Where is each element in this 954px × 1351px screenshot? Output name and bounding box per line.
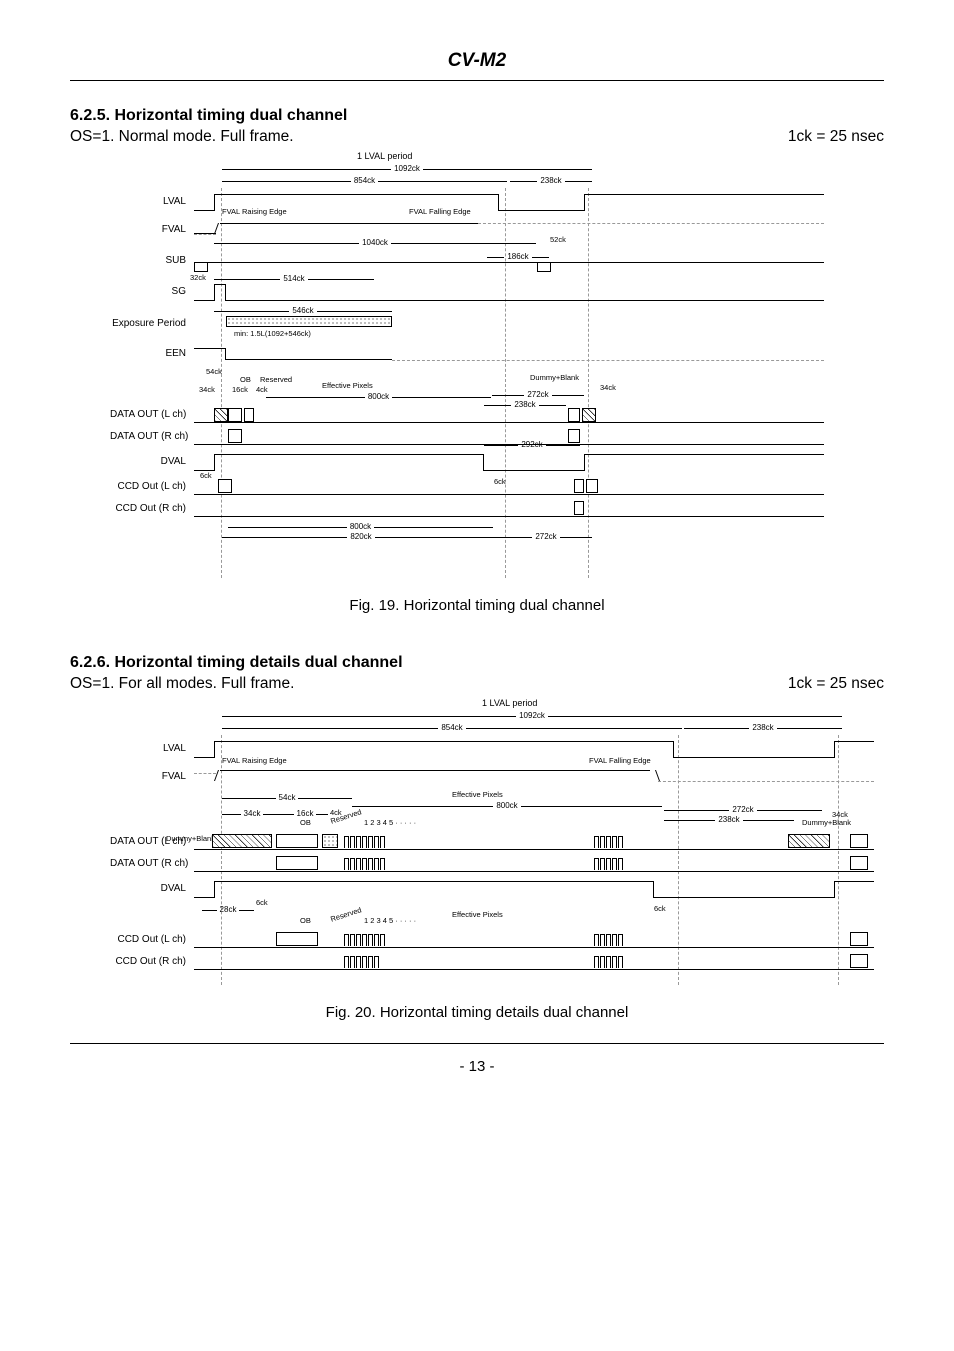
- dim-1092: 1092ck: [222, 164, 592, 174]
- row2-fval: FVAL FVAL Raising Edge FVAL Falling Edge: [110, 763, 864, 791]
- clock-text-1: 1ck = 25 nsec: [788, 128, 884, 146]
- row-dataout-l: DATA OUT (L ch) 238ck: [110, 404, 864, 426]
- bottom-dims-1: 800ck 820ck 272ck: [202, 520, 864, 544]
- row2-dval: DVAL: [110, 875, 864, 903]
- dim-186: 186ck: [487, 252, 549, 262]
- section-626: 6.2.6. Horizontal timing details dual ch…: [70, 654, 884, 1021]
- page-footer: - 13 -: [70, 1043, 884, 1075]
- row-ccdout-r: CCD Out (R ch): [110, 498, 864, 520]
- caption-19: Fig. 19. Horizontal timing dual channel: [70, 597, 884, 614]
- ann-ccd: 28ck 6ck OB Reserved 1 2 3 4 5 · · · · ·…: [202, 903, 864, 929]
- dim-546: 546ck: [214, 306, 392, 316]
- row-een: EEN: [110, 340, 864, 368]
- row-exposure: Exposure Period 546ck min: 1.5L(1092+546…: [110, 306, 864, 340]
- dim-238: 238ck: [510, 176, 592, 186]
- caption-20: Fig. 20. Horizontal timing details dual …: [70, 1004, 884, 1021]
- row2-dataout-l: DATA OUT (L ch) Dummy+Blank: [110, 831, 864, 853]
- mode-row-2: OS=1. For all modes. Full frame. 1ck = 2…: [70, 675, 884, 693]
- top-annotation-1: 1 LVAL period 1092ck 854ck 238ck: [202, 152, 864, 188]
- heading-626: 6.2.6. Horizontal timing details dual ch…: [70, 654, 884, 672]
- mode-text-1: OS=1. Normal mode. Full frame.: [70, 128, 294, 146]
- row2-ccdout-l: CCD Out (L ch): [110, 929, 864, 951]
- lval-period-label: 1 LVAL period: [357, 152, 412, 161]
- top-annotation-2: 1 LVAL period 1092ck 854ck 238ck: [202, 699, 864, 735]
- row-dval: DVAL 292ck 6ck: [110, 448, 864, 476]
- mode-row-1: OS=1. Normal mode. Full frame. 1ck = 25 …: [70, 128, 884, 146]
- clock-text-2: 1ck = 25 nsec: [788, 675, 884, 693]
- dim-1040: 1040ck: [214, 238, 536, 248]
- ann-between-2: 54ck Effective Pixels 800ck 34ck 16ck 4c…: [202, 791, 864, 831]
- dim-514: 514ck: [214, 274, 374, 284]
- diagram-20: 1 LVAL period 1092ck 854ck 238ck LVAL FV…: [110, 699, 864, 989]
- heading-625: 6.2.5. Horizontal timing dual channel: [70, 107, 884, 125]
- page-header-model: CV-M2: [70, 50, 884, 81]
- diagram-19: 1 LVAL period 1092ck 854ck 238ck LVAL FV: [110, 152, 864, 582]
- row2-dataout-r: DATA OUT (R ch): [110, 853, 864, 875]
- row-sub: SUB 1040ck 52ck 186ck 32ck: [110, 244, 864, 278]
- ann-between-1: 54ck OB Reserved 34ck 16ck 4ck Effective…: [202, 368, 864, 404]
- dim-854: 854ck: [222, 176, 507, 186]
- row2-ccdout-r: CCD Out (R ch): [110, 951, 864, 973]
- mode-text-2: OS=1. For all modes. Full frame.: [70, 675, 294, 693]
- row-ccdout-l: CCD Out (L ch) 6ck: [110, 476, 864, 498]
- row-sg: SG 514ck: [110, 278, 864, 306]
- section-625: 6.2.5. Horizontal timing dual channel OS…: [70, 107, 884, 614]
